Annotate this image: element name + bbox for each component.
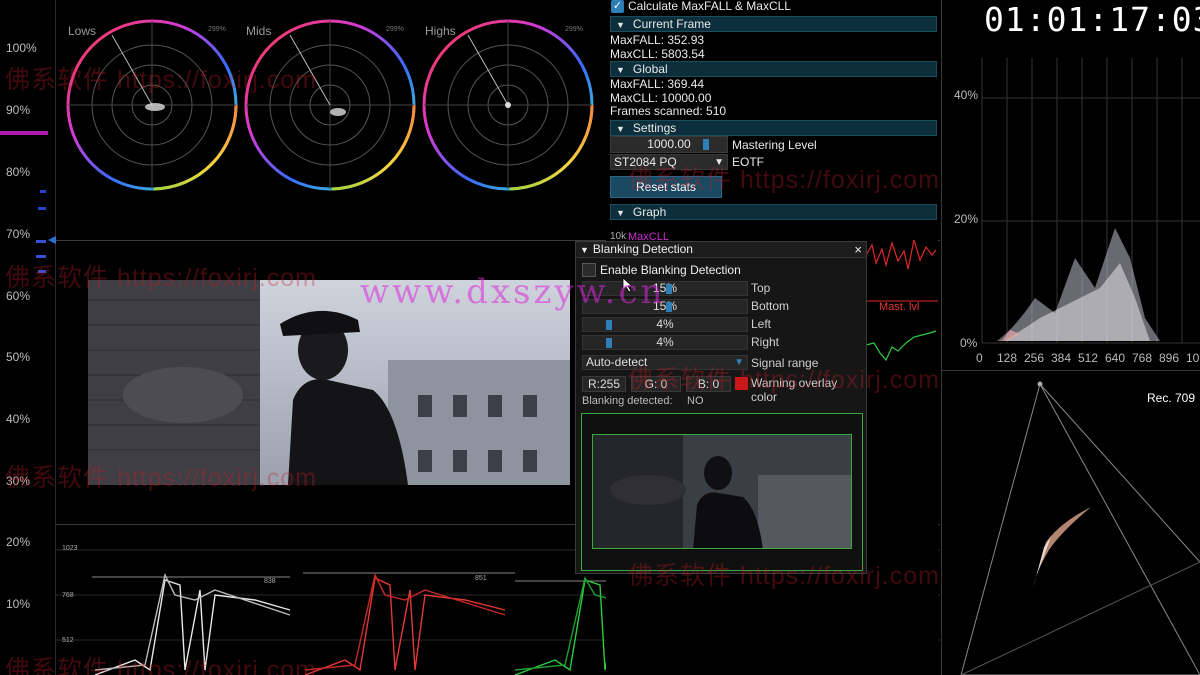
left-label: Left [751,317,772,331]
close-icon[interactable]: × [854,242,862,257]
mastering-line-label: Mast. lvl [879,301,920,313]
histogram-ylabel: 40% [954,88,979,102]
left-value: 4% [656,317,674,331]
global-maxcll: MaxCLL: 10000.00 [610,91,712,105]
calculate-label: Calculate MaxFALL & MaxCLL [628,0,791,13]
overlay-r-field[interactable]: R:255 [582,376,626,392]
histogram-xlabel: 896 [1159,351,1180,365]
right-slider[interactable]: 4% [582,335,748,350]
right-value: 4% [656,335,674,349]
mastering-level-value: 1000.00 [647,137,691,151]
histogram-ylabel: 20% [954,212,979,226]
wheel-pct: 299% [208,26,226,33]
global-header[interactable]: ▼ Global [610,61,937,77]
watermark: 佛系软件 https://foxirj.com [5,264,317,292]
gamut-label: Rec. 709 [1147,391,1196,405]
slider-knob[interactable] [666,302,672,312]
wheel-lows [66,19,238,191]
calculate-checkbox[interactable]: ✓ [611,0,624,13]
vectorscope [960,381,1200,675]
wheel-pct: 299% [386,26,404,33]
histogram-xlabel: 768 [1132,351,1153,365]
wheel-label-lows: Lows [68,24,97,38]
collapse-triangle-icon: ▼ [616,208,625,218]
mastering-level-label: Mastering Level [732,138,817,152]
watermark: 佛系软件 https://foxirj.com [628,562,940,590]
slider-knob[interactable] [606,338,612,348]
global-title: Global [632,62,668,76]
collapse-triangle-icon: ▼ [616,20,625,30]
settings-title: Settings [632,121,677,135]
wheel-label-highs: Highs [425,24,456,38]
histogram-xlabel: 384 [1051,351,1072,365]
watermark: 佛系软件 https://foxirj.com [628,166,940,194]
graph-title: Graph [632,205,667,219]
slider-knob[interactable] [666,284,672,294]
current-maxcll: MaxCLL: 5803.54 [610,47,705,61]
histogram-xlabel: 128 [997,351,1018,365]
timecode: 01:01:17:03 [984,0,1200,39]
wheel-highs [422,19,594,191]
global-maxfall: MaxFALL: 369.44 [610,77,705,91]
wheel-label-mids: Mids [246,24,272,38]
color-wheels [66,19,594,191]
luma-histogram [981,58,1200,344]
blanking-preview [581,413,863,571]
histogram-xlabel: 512 [1078,351,1099,365]
mastering-level-knob[interactable] [703,139,709,150]
app-root: 100% 90% 80% 70% 60% 50% 40% 30% 20% 10% [0,0,1200,675]
collapse-triangle-icon[interactable]: ▼ [580,245,589,255]
histogram-xlabel: 256 [1024,351,1045,365]
level-markers [0,131,56,273]
graph-header[interactable]: ▼ Graph [610,204,937,220]
waveform-ylabel: 1023 [62,545,78,552]
watermark: 佛系软件 https://foxirj.com [5,656,317,675]
histogram-ylabel: 0% [960,336,978,350]
watermark-url: www.dxszyw.cn [360,272,666,312]
hdr-graph [866,239,938,362]
dialog-titlebar[interactable]: ▼ Blanking Detection × [576,242,866,258]
histogram-xlabel: 1024 [1186,351,1200,365]
watermark: 佛系软件 https://foxirj.com [5,464,317,492]
detected-text: Blanking detected: [582,395,673,407]
bottom-label: Bottom [751,299,790,313]
histogram-xlabel: 0 [976,351,983,365]
waveform-ylabel: 512 [62,637,74,644]
wheel-mids [244,19,416,191]
top-label: Top [751,281,771,295]
wheel-pct: 299% [565,26,583,33]
current-frame-title: Current Frame [632,17,711,31]
current-maxfall: MaxFALL: 352.93 [610,33,705,47]
right-label: Right [751,335,780,349]
right-split [941,370,1200,371]
slider-knob[interactable] [606,320,612,330]
current-frame-header[interactable]: ▼ Current Frame [610,16,937,32]
preview-scene [593,435,851,548]
waveform-peak: 851 [475,575,487,582]
frames-scanned: Frames scanned: 510 [610,104,727,118]
waveform-ylabel: 768 [62,592,74,599]
detected-value: NO [687,395,704,407]
left-slider[interactable]: 4% [582,317,748,332]
settings-header[interactable]: ▼ Settings [610,120,937,136]
preview-image [592,434,852,549]
watermark: 佛系软件 https://foxirj.com [5,66,317,94]
dialog-title: Blanking Detection [592,242,693,256]
watermark: 佛系软件 https://foxirj.com [628,366,940,394]
histogram-xlabel: 640 [1105,351,1126,365]
mastering-level-field[interactable]: 1000.00 [610,136,728,153]
collapse-triangle-icon: ▼ [616,65,625,75]
waveform-peak: 838 [264,578,276,585]
collapse-triangle-icon: ▼ [616,124,625,134]
